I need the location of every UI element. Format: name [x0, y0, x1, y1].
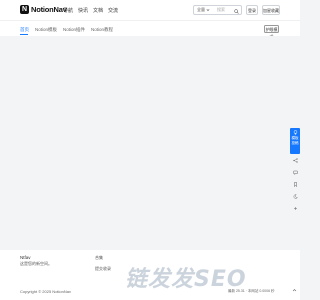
favorite-button[interactable]: 加星收藏 [262, 5, 280, 15]
night-mode-button[interactable] [290, 190, 300, 202]
main-content [0, 36, 300, 250]
bookmark-icon [293, 181, 297, 187]
theme-toggle-button[interactable]: 护眼模式 [264, 25, 279, 39]
bookmark-button[interactable] [290, 178, 300, 190]
active-tab-indicator [20, 34, 28, 35]
moon-icon [293, 194, 298, 199]
category-tabs-bar: 首页 Notion模板 Notion插件 Notion教程 护眼模式 [0, 20, 300, 39]
logo-text: NotionNav [31, 5, 67, 14]
search-scope-label: 全量 [197, 7, 205, 12]
search-icon[interactable] [234, 8, 239, 14]
plus-icon [293, 206, 297, 210]
footer-description: 这是您的新空间。 [20, 261, 52, 266]
message-button[interactable] [290, 166, 300, 178]
category-tabs: 首页 Notion模板 Notion插件 Notion教程 [20, 27, 113, 33]
nav-item-jiaoliu[interactable]: 交流 [108, 7, 118, 14]
footer-link-submit[interactable]: 提交收录 [95, 266, 111, 272]
logo-icon: N [20, 5, 29, 14]
submit-template-label: 模板投稿 [291, 136, 299, 145]
search-scope-select[interactable]: 全量 [197, 7, 210, 13]
message-icon [292, 170, 298, 175]
site-footer: Ntfav 这是您的新空间。 合集 提交收录 链发发SEO Copyright … [0, 250, 300, 300]
submit-template-button[interactable]: 模板投稿 [290, 128, 300, 154]
share-button[interactable] [290, 154, 300, 166]
floating-toolbar: 模板投稿 [290, 128, 300, 214]
share-icon [292, 157, 298, 163]
site-header: N NotionNav 导航 快讯 文档 交流 全量 搜索 登录 加星收藏 [0, 0, 300, 20]
tab-notion-tutorials[interactable]: Notion教程 [91, 27, 113, 33]
nav-item-kuaixun[interactable]: 快讯 [78, 7, 88, 14]
footer-copyright: Copyright © 2025 NotionNav [20, 289, 71, 294]
more-button[interactable] [290, 202, 300, 214]
footer-stats: 最新 25.31 · 本网站 0.0006 秒 [228, 289, 275, 293]
chevron-down-icon [206, 9, 210, 12]
login-button[interactable]: 登录 [246, 5, 258, 15]
tab-notion-templates[interactable]: Notion模板 [35, 27, 57, 33]
main-nav: 导航 快讯 文档 交流 [63, 7, 118, 14]
arrow-up-icon[interactable] [292, 288, 297, 293]
tab-notion-plugins[interactable]: Notion插件 [63, 27, 85, 33]
search-input[interactable]: 搜索 [217, 7, 225, 13]
nav-item-wendang[interactable]: 文档 [93, 7, 103, 14]
nav-item-daohang[interactable]: 导航 [63, 7, 73, 14]
footer-brand: Ntfav [20, 255, 31, 260]
tab-home[interactable]: 首页 [20, 27, 29, 33]
lightbulb-icon [293, 130, 297, 135]
footer-link-collection[interactable]: 合集 [95, 255, 103, 261]
logo[interactable]: N NotionNav [20, 5, 67, 14]
search-box[interactable]: 全量 搜索 [193, 5, 242, 15]
